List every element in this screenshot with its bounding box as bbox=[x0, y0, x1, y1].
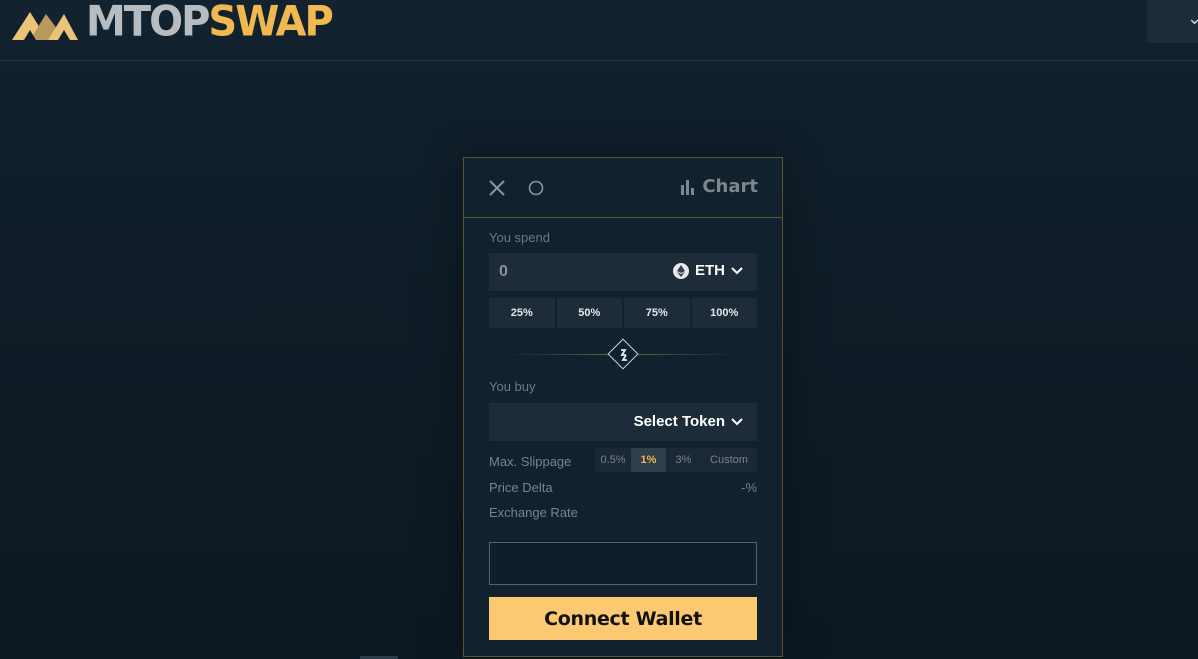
select-token-label: Select Token bbox=[633, 413, 725, 430]
connect-wallet-button[interactable]: Connect Wallet bbox=[489, 597, 757, 640]
percent-75-button[interactable]: 75% bbox=[624, 298, 690, 328]
exchange-rate-label: Exchange Rate bbox=[489, 505, 578, 520]
slippage-option-custom[interactable]: Custom bbox=[701, 448, 757, 472]
percent-50-button[interactable]: 50% bbox=[556, 298, 622, 328]
chevron-down-icon bbox=[731, 417, 743, 425]
chevron-down-icon bbox=[731, 266, 743, 274]
percent-buttons: 25% 50% 75% 100% bbox=[489, 298, 757, 328]
slippage-option-1[interactable]: 1% bbox=[631, 448, 666, 472]
percent-100-button[interactable]: 100% bbox=[691, 298, 757, 328]
spend-amount-input[interactable]: 0 bbox=[499, 263, 508, 281]
spend-field[interactable]: 0 ETH bbox=[489, 253, 757, 291]
close-icon[interactable] bbox=[486, 177, 508, 199]
slippage-options: 0.5% 1% 3% Custom bbox=[595, 448, 757, 472]
you-buy-label: You buy bbox=[489, 379, 536, 394]
you-spend-label: You spend bbox=[489, 230, 550, 245]
eth-icon bbox=[673, 262, 689, 279]
refresh-icon[interactable] bbox=[527, 179, 545, 197]
slippage-option-3[interactable]: 3% bbox=[666, 448, 701, 472]
price-delta-value: -% bbox=[741, 480, 757, 495]
logo-mountain-icon bbox=[12, 12, 78, 40]
buy-field[interactable]: Select Token bbox=[489, 403, 757, 441]
spend-token-select[interactable]: ETH bbox=[673, 262, 743, 279]
logo-text-swap: SWAP bbox=[208, 0, 333, 47]
swap-card: Chart You spend 0 ETH 25% 50% 75% 100% Y… bbox=[463, 157, 783, 657]
top-bar: MTOPSWAP ⌄ bbox=[0, 0, 1198, 61]
percent-25-button[interactable]: 25% bbox=[489, 298, 555, 328]
logo-text-mtop: MTOP bbox=[86, 0, 210, 47]
bar-chart-icon bbox=[681, 179, 695, 195]
swap-arrows-icon bbox=[620, 349, 627, 361]
brand-logo[interactable]: MTOPSWAP bbox=[10, 0, 334, 47]
max-slippage-label: Max. Slippage bbox=[489, 454, 572, 469]
swap-card-header: Chart bbox=[464, 158, 782, 218]
slippage-option-0-5[interactable]: 0.5% bbox=[595, 448, 631, 472]
buy-token-select[interactable]: Select Token bbox=[634, 413, 743, 430]
chart-button[interactable]: Chart bbox=[680, 176, 758, 197]
chart-label: Chart bbox=[702, 176, 758, 197]
menu-button[interactable]: ⌄ bbox=[1147, 0, 1198, 43]
price-delta-label: Price Delta bbox=[489, 480, 553, 495]
recipient-input[interactable] bbox=[489, 542, 757, 585]
logo-wordmark: MTOPSWAP bbox=[86, 0, 334, 47]
chevron-down-icon: ⌄ bbox=[1187, 8, 1198, 28]
spend-token-label: ETH bbox=[695, 262, 725, 279]
